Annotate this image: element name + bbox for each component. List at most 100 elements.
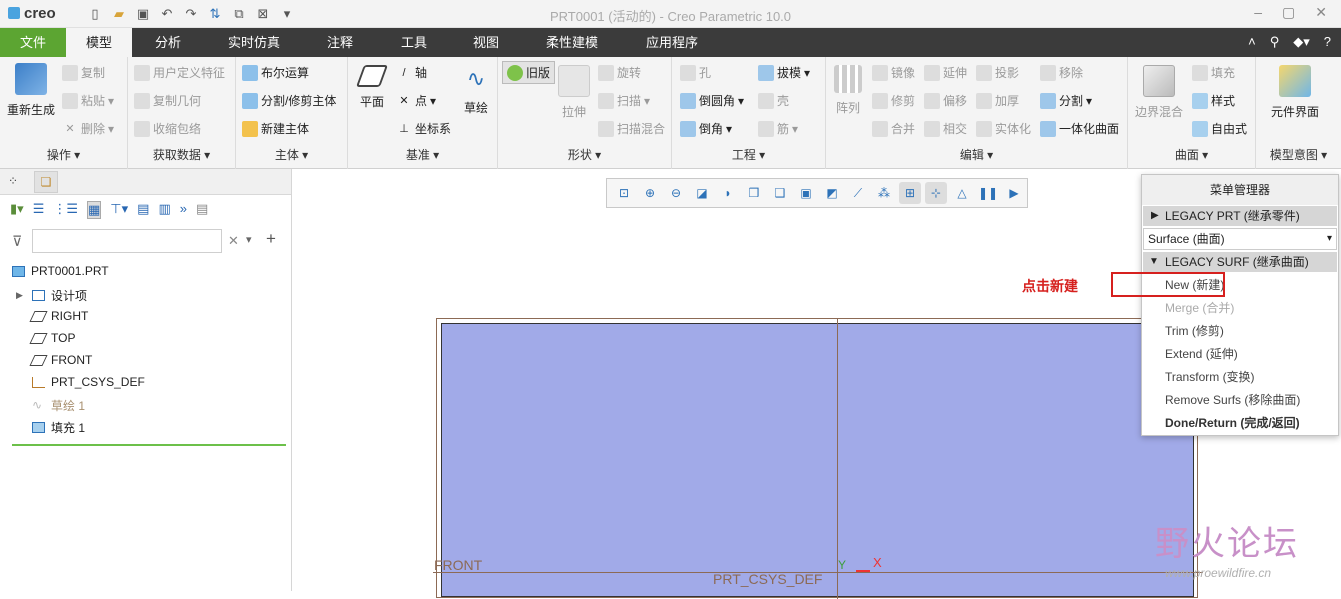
group-label-editing[interactable]: 编辑 ▾ bbox=[826, 146, 1127, 163]
tab-model[interactable]: 模型 bbox=[66, 28, 132, 57]
perspective-icon[interactable]: ▣ bbox=[795, 182, 817, 204]
section-icon[interactable]: ◩ bbox=[821, 182, 843, 204]
menu-option-transform[interactable]: Transform (变换) bbox=[1143, 367, 1337, 387]
tab-applications[interactable]: 应用程序 bbox=[636, 28, 708, 57]
legacy-button[interactable]: 旧版 bbox=[502, 61, 556, 84]
group-label-engineering[interactable]: 工程 ▾ bbox=[672, 146, 825, 163]
datum-points-display-icon[interactable]: ⊞ bbox=[899, 182, 921, 204]
expand-arrow-icon[interactable]: ▶ bbox=[16, 290, 23, 301]
tab-analysis[interactable]: 分析 bbox=[140, 28, 196, 57]
maximize-icon[interactable]: ▢ bbox=[1282, 4, 1295, 21]
freestyle-button[interactable]: 自由式 bbox=[1192, 120, 1247, 137]
tab-simulation[interactable]: 实时仿真 bbox=[218, 28, 290, 57]
copy-geometry-button[interactable]: 复制几何 bbox=[134, 92, 201, 109]
menu-option-remove-surfs[interactable]: Remove Surfs (移除曲面) bbox=[1143, 390, 1337, 410]
folder-browser-tab-icon[interactable]: ❏ bbox=[34, 171, 58, 193]
tab-tools[interactable]: 工具 bbox=[386, 28, 442, 57]
extend-button[interactable]: 延伸 bbox=[924, 64, 967, 81]
annotations-display-icon[interactable]: △ bbox=[951, 182, 973, 204]
legacy-prt-section[interactable]: ▶ LEGACY PRT (继承零件) bbox=[1143, 206, 1337, 226]
new-body-button[interactable]: 新建主体 bbox=[242, 120, 309, 137]
tree-view-icon[interactable]: ☰ bbox=[33, 201, 45, 219]
chamfer-button[interactable]: 倒角 ▾ bbox=[680, 120, 732, 137]
style-button[interactable]: 样式 bbox=[1192, 92, 1235, 109]
help-center-icon[interactable]: ◆▾ bbox=[1293, 34, 1310, 50]
split-trim-body-button[interactable]: 分割/修剪主体 bbox=[242, 92, 336, 109]
tree-item-top[interactable]: TOP bbox=[29, 331, 75, 345]
tree-settings-icon[interactable]: ▤ bbox=[137, 201, 149, 219]
legacy-surf-section[interactable]: ▼ LEGACY SURF (继承曲面) bbox=[1143, 252, 1337, 272]
animation-icon[interactable]: ▶ bbox=[1003, 182, 1025, 204]
saved-orientations-icon[interactable]: ❒ bbox=[743, 182, 765, 204]
delete-button[interactable]: ✕ 删除 ▾ bbox=[62, 120, 114, 137]
tree-filter-icon[interactable]: ⊤▾ bbox=[110, 201, 128, 219]
insert-here-indicator[interactable] bbox=[12, 444, 286, 446]
round-button[interactable]: 倒圆角 ▾ bbox=[680, 92, 744, 109]
minimize-icon[interactable]: – bbox=[1254, 4, 1262, 21]
merge-button[interactable]: 合并 bbox=[872, 120, 915, 137]
copy-button[interactable]: 复制 bbox=[62, 64, 105, 81]
datum-point-button[interactable]: ✕ 点 ▾ bbox=[396, 92, 436, 109]
menu-option-done-return[interactable]: Done/Return (完成/返回) bbox=[1143, 413, 1337, 433]
shell-button[interactable]: 壳 bbox=[758, 92, 789, 109]
group-label-operations[interactable]: 操作 ▾ bbox=[0, 146, 127, 163]
pattern-button[interactable]: 阵列 bbox=[830, 65, 866, 116]
rib-button[interactable]: 筋 ▾ bbox=[758, 120, 798, 137]
datum-planes-display-icon[interactable]: ⟋ bbox=[847, 182, 869, 204]
group-label-datum[interactable]: 基准 ▾ bbox=[348, 146, 497, 163]
surface-type-select[interactable]: Surface (曲面) ▾ bbox=[1143, 228, 1337, 250]
tree-item-design-items[interactable]: ▶ 设计项 bbox=[16, 287, 87, 304]
extrude-button[interactable]: 拉伸 bbox=[554, 65, 594, 120]
zoom-out-icon[interactable]: ⊖ bbox=[665, 182, 687, 204]
tree-item-front[interactable]: FRONT bbox=[29, 353, 92, 367]
fill-surface[interactable] bbox=[441, 323, 1194, 597]
regenerate-button[interactable]: 重新生成 bbox=[4, 63, 58, 118]
component-interface-button[interactable]: 元件界面 bbox=[1262, 65, 1328, 120]
boolean-button[interactable]: 布尔运算 bbox=[242, 64, 309, 81]
notes-icon[interactable]: ▤ bbox=[196, 201, 208, 219]
swept-blend-button[interactable]: 扫描混合 bbox=[598, 120, 665, 137]
split-button[interactable]: 分割 ▾ bbox=[1040, 92, 1092, 109]
expand-more-icon[interactable]: » bbox=[180, 201, 187, 219]
menu-option-trim[interactable]: Trim (修剪) bbox=[1143, 321, 1337, 341]
offset-button[interactable]: 偏移 bbox=[924, 92, 967, 109]
trim-button[interactable]: 修剪 bbox=[872, 92, 915, 109]
group-label-shapes[interactable]: 形状 ▾ bbox=[498, 146, 671, 163]
layer-tree-icon[interactable]: ⋮☰ bbox=[53, 201, 78, 219]
udf-button[interactable]: 用户定义特征 bbox=[134, 64, 225, 81]
tab-flexible-modeling[interactable]: 柔性建模 bbox=[536, 28, 608, 57]
mirror-button[interactable]: 镜像 bbox=[872, 64, 915, 81]
thicken-button[interactable]: 加厚 bbox=[976, 92, 1019, 109]
tree-columns-icon[interactable]: ▥ bbox=[158, 201, 170, 219]
display-style-icon[interactable]: ◗ bbox=[717, 182, 739, 204]
solidify-button[interactable]: 实体化 bbox=[976, 120, 1031, 137]
model-tree-tab-icon[interactable]: ⁘ bbox=[8, 174, 24, 190]
column-display-icon[interactable]: ▦ bbox=[87, 201, 102, 219]
revolve-button[interactable]: 旋转 bbox=[598, 64, 641, 81]
clear-filter-icon[interactable]: ✕ bbox=[228, 233, 239, 249]
shrinkwrap-button[interactable]: 收缩包络 bbox=[134, 120, 201, 137]
datum-axis-button[interactable]: / 轴 bbox=[396, 64, 427, 81]
display-icon[interactable]: ▮▾ bbox=[10, 201, 24, 219]
pause-icon[interactable]: ❚❚ bbox=[977, 182, 999, 204]
tab-file[interactable]: 文件 bbox=[0, 28, 66, 57]
filter-dropdown-icon[interactable]: ▾ bbox=[246, 233, 252, 246]
refit-icon[interactable]: ⊡ bbox=[613, 182, 635, 204]
close-icon[interactable]: ✕ bbox=[1315, 4, 1327, 21]
boundary-blend-button[interactable]: 边界混合 bbox=[1132, 65, 1186, 120]
tree-item-sketch[interactable]: ∿ 草绘 1 bbox=[32, 397, 85, 414]
intersect-button[interactable]: 相交 bbox=[924, 120, 967, 137]
datum-plane-button[interactable]: 平面 bbox=[352, 65, 392, 110]
hole-button[interactable]: 孔 bbox=[680, 64, 711, 81]
group-label-body[interactable]: 主体 ▾ bbox=[236, 146, 347, 163]
repaint-icon[interactable]: ◪ bbox=[691, 182, 713, 204]
tab-annotate[interactable]: 注释 bbox=[312, 28, 368, 57]
tree-item-csys[interactable]: PRT_CSYS_DEF bbox=[32, 375, 145, 389]
tree-search-input[interactable] bbox=[32, 229, 222, 253]
front-datum-plane[interactable] bbox=[436, 318, 1198, 599]
group-label-model-intent[interactable]: 模型意图 ▾ bbox=[1256, 146, 1341, 163]
tree-root[interactable]: PRT0001.PRT bbox=[12, 264, 109, 278]
group-label-surfaces[interactable]: 曲面 ▾ bbox=[1128, 146, 1255, 163]
add-filter-icon[interactable]: + bbox=[266, 229, 276, 249]
view-manager-icon[interactable]: ❑ bbox=[769, 182, 791, 204]
